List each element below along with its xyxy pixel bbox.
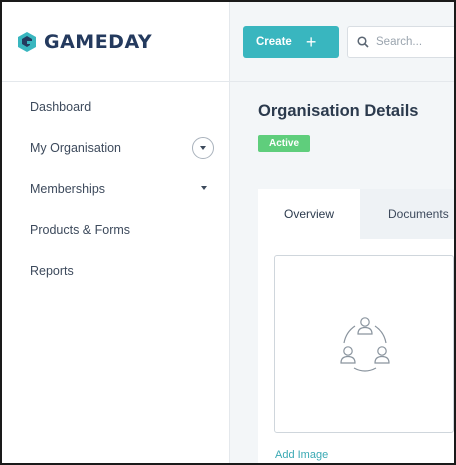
create-button[interactable]: Create + bbox=[243, 26, 339, 58]
image-placeholder[interactable] bbox=[274, 255, 454, 433]
tab-overview[interactable]: Overview bbox=[258, 189, 360, 239]
expand-toggle-icon[interactable] bbox=[192, 137, 214, 159]
details-card: Overview Documents Add Image bbox=[258, 189, 454, 463]
group-icon bbox=[340, 317, 390, 372]
sidebar-item-label: Memberships bbox=[30, 181, 106, 196]
plus-icon: + bbox=[305, 32, 317, 52]
tab-documents[interactable]: Documents bbox=[360, 189, 454, 239]
sidebar: GAMEDAY Dashboard My Organisation Member… bbox=[2, 2, 230, 463]
logo-bar: GAMEDAY bbox=[2, 2, 229, 82]
add-image-link[interactable]: Add Image bbox=[275, 449, 328, 461]
status-badge: Active bbox=[258, 135, 311, 152]
sidebar-item-label: My Organisation bbox=[30, 140, 122, 155]
top-bar: Create + bbox=[230, 2, 454, 82]
sidebar-item-memberships[interactable]: Memberships bbox=[2, 168, 229, 209]
search-input[interactable] bbox=[376, 36, 454, 48]
app-window: GAMEDAY Dashboard My Organisation Member… bbox=[0, 0, 456, 465]
sidebar-nav: Dashboard My Organisation Memberships Pr… bbox=[2, 82, 229, 291]
sidebar-item-products-forms[interactable]: Products & Forms bbox=[2, 209, 229, 250]
chevron-down-icon bbox=[200, 146, 206, 150]
sidebar-item-my-organisation[interactable]: My Organisation bbox=[2, 127, 229, 168]
main-content: Organisation Details Active Overview Doc… bbox=[230, 82, 454, 463]
tab-bar: Overview Documents bbox=[258, 189, 454, 239]
sidebar-item-label: Products & Forms bbox=[30, 222, 131, 237]
sidebar-item-dashboard[interactable]: Dashboard bbox=[2, 86, 229, 127]
sidebar-item-label: Reports bbox=[30, 263, 74, 278]
search-box[interactable] bbox=[347, 26, 454, 58]
brand-name[interactable]: GAMEDAY bbox=[44, 31, 152, 53]
page-title: Organisation Details bbox=[258, 102, 419, 120]
tab-label: Overview bbox=[283, 207, 334, 221]
create-button-label: Create bbox=[256, 36, 292, 48]
tab-label: Documents bbox=[388, 207, 449, 221]
sidebar-item-reports[interactable]: Reports bbox=[2, 250, 229, 291]
search-icon bbox=[357, 36, 369, 48]
sidebar-item-label: Dashboard bbox=[30, 99, 92, 114]
chevron-down-icon[interactable] bbox=[201, 186, 207, 190]
gameday-logo-icon bbox=[18, 31, 36, 52]
